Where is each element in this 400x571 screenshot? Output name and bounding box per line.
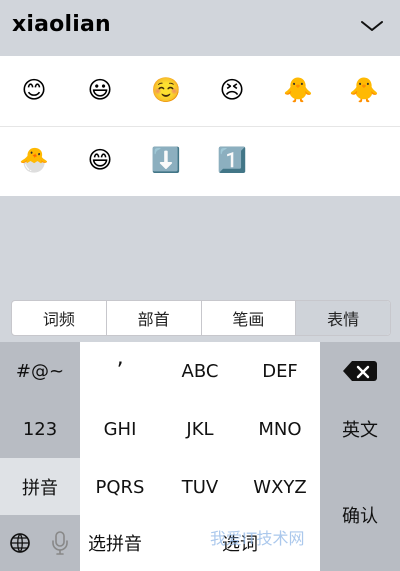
key-jkl[interactable]: JKL bbox=[160, 400, 240, 458]
candidate-row: 🐣 😄 ⬇️ 1️⃣ bbox=[0, 126, 400, 196]
tab-radical[interactable]: 部首 bbox=[107, 301, 202, 335]
candidate-emoji[interactable]: 😃 bbox=[80, 70, 120, 110]
candidate-panel: 😊 😃 ☺️ 😣 🐥 🐥 🐣 😄 ⬇️ 1️⃣ bbox=[0, 56, 400, 196]
key-mno[interactable]: MNO bbox=[240, 400, 320, 458]
key-pqrs[interactable]: PQRS bbox=[80, 458, 160, 516]
key-mic[interactable] bbox=[40, 515, 80, 571]
key-apostrophe[interactable]: ’ bbox=[80, 342, 160, 400]
key-confirm[interactable]: 确认 bbox=[320, 458, 400, 571]
key-backspace[interactable] bbox=[320, 342, 400, 400]
candidate-emoji[interactable]: 😄 bbox=[80, 140, 120, 180]
tab-word-frequency[interactable]: 词频 bbox=[12, 301, 107, 335]
candidate-emoji[interactable]: 😣 bbox=[212, 70, 252, 110]
tab-stroke[interactable]: 笔画 bbox=[202, 301, 297, 335]
candidate-emoji[interactable]: 🐥 bbox=[278, 70, 318, 110]
tab-emoji[interactable]: 表情 bbox=[296, 301, 390, 335]
microphone-icon bbox=[52, 531, 68, 555]
key-wxyz[interactable]: WXYZ bbox=[240, 458, 320, 516]
key-abc[interactable]: ABC bbox=[160, 342, 240, 400]
key-ghi[interactable]: GHI bbox=[80, 400, 160, 458]
key-symbols[interactable]: #@~ bbox=[0, 342, 80, 400]
chevron-down-icon[interactable] bbox=[358, 14, 386, 38]
key-tuv[interactable]: TUV bbox=[160, 458, 240, 516]
candidate-emoji[interactable]: 🐣 bbox=[14, 140, 54, 180]
key-globe[interactable] bbox=[0, 515, 40, 571]
composition-bar: xiaolian bbox=[0, 0, 400, 56]
watermark: 我爱IT技术网 bbox=[210, 529, 305, 548]
candidate-emoji[interactable]: 1️⃣ bbox=[212, 140, 252, 180]
composing-text: xiaolian bbox=[12, 12, 111, 37]
sort-tabs: 词频 部首 笔画 表情 bbox=[11, 300, 391, 336]
globe-icon bbox=[10, 533, 30, 553]
candidate-emoji[interactable]: 🐥 bbox=[344, 70, 384, 110]
select-pinyin-label: 选拼音 bbox=[88, 534, 142, 555]
key-english[interactable]: 英文 bbox=[320, 400, 400, 458]
empty-area bbox=[0, 196, 400, 294]
backspace-icon bbox=[343, 361, 377, 381]
candidate-emoji[interactable]: ☺️ bbox=[146, 70, 186, 110]
key-numbers[interactable]: 123 bbox=[0, 400, 80, 458]
key-def[interactable]: DEF bbox=[240, 342, 320, 400]
key-pinyin[interactable]: 拼音 bbox=[0, 458, 80, 516]
candidate-emoji[interactable]: 😊 bbox=[14, 70, 54, 110]
candidate-emoji[interactable]: ⬇️ bbox=[146, 140, 186, 180]
candidate-row: 😊 😃 ☺️ 😣 🐥 🐥 bbox=[0, 56, 400, 126]
